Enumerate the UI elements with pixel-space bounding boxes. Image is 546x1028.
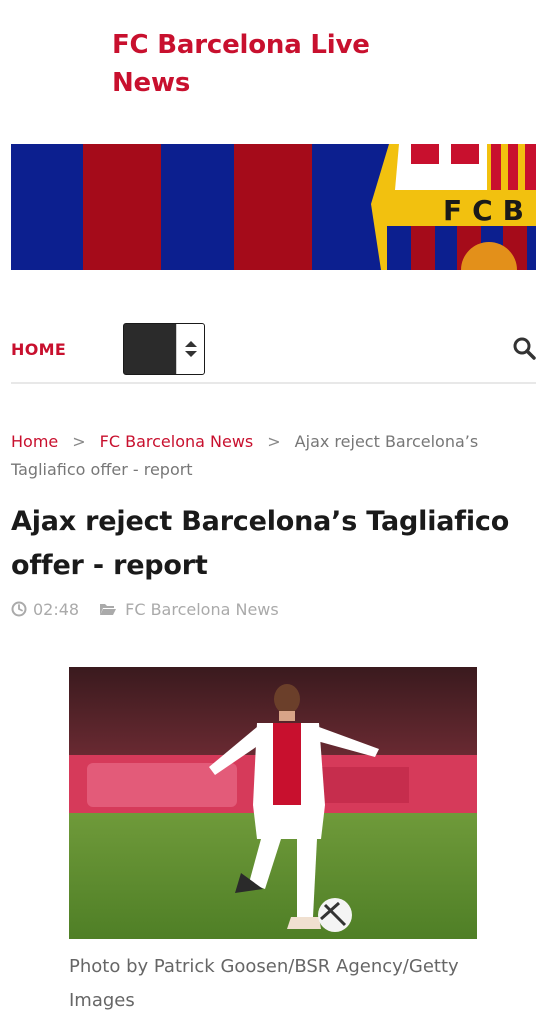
article-photo: [69, 667, 477, 939]
header-banner: FCB: [11, 144, 536, 270]
photo-caption: Photo by Patrick Goosen/BSR Agency/Getty…: [69, 956, 459, 1011]
article-title: Ajax reject Barcelona’s Tagliafico offer…: [11, 506, 510, 581]
breadcrumb-separator: >: [267, 432, 281, 451]
menu-select-dropdown[interactable]: [123, 323, 205, 375]
nav-item-home[interactable]: HOME: [11, 340, 66, 359]
article-time: 02:48: [33, 599, 80, 619]
breadcrumb: Home > FC Barcelona News > Ajax reject Barce…: [11, 428, 536, 484]
barca-stripes-graphic: FCB: [11, 144, 536, 270]
article-meta: 02:48 FC Barcelona News: [11, 597, 279, 621]
article-category-link[interactable]: FC Barcelona News: [125, 600, 279, 619]
breadcrumb-category-link[interactable]: FC Barcelona News: [100, 432, 254, 451]
breadcrumb-home-link[interactable]: Home: [11, 432, 58, 451]
select-arrows-icon: [176, 324, 204, 374]
clock-icon: [11, 601, 27, 617]
breadcrumb-separator: >: [72, 432, 86, 451]
search-icon[interactable]: [512, 336, 536, 360]
folder-icon: [100, 604, 117, 615]
crest-text: FCB: [443, 194, 534, 227]
main-navigation: HOME: [11, 318, 536, 384]
site-title[interactable]: FC Barcelona Live News: [112, 26, 442, 102]
